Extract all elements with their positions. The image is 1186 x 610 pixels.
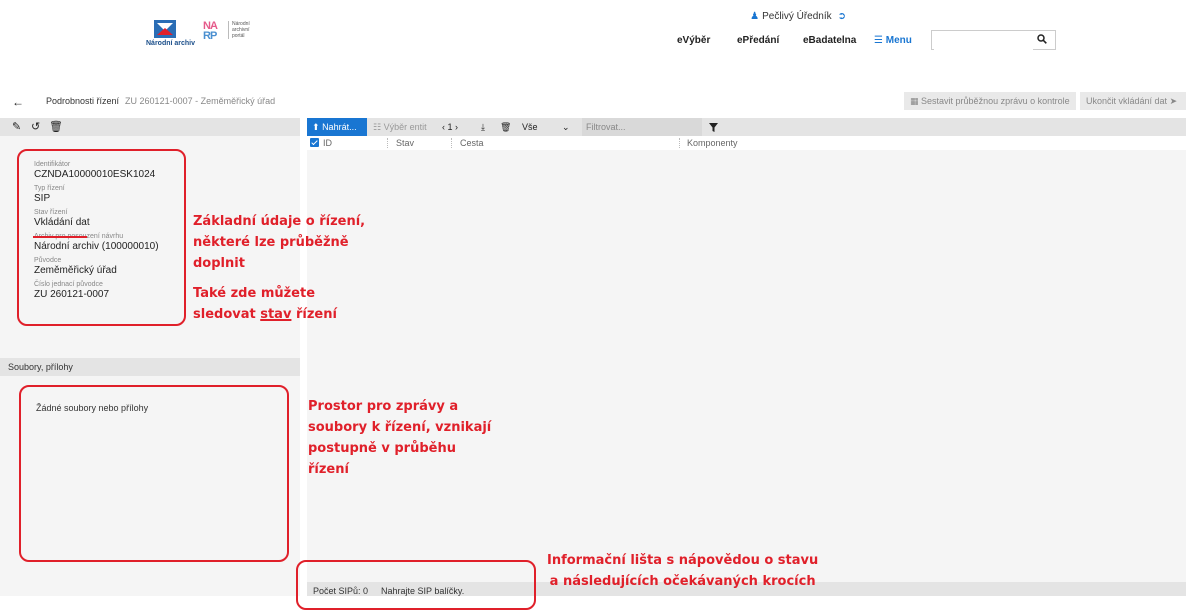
back-arrow-icon[interactable]: ← [12, 95, 24, 109]
finish-data-entry-label: Ukončit vkládání dat [1086, 96, 1168, 106]
sitemap-icon: ☷ [373, 122, 382, 132]
column-header-state[interactable]: Stav [396, 136, 414, 150]
select-all-checkbox[interactable] [310, 138, 319, 147]
annotation-status-bar-text: Informační lišta s nápovědou o stavu a n… [547, 553, 819, 589]
column-header-path[interactable]: Cesta [460, 136, 484, 150]
build-report-button[interactable]: ▦ Sestavit průběžnou zprávu o kontrole [904, 92, 1076, 110]
upload-icon: ⬆ [312, 122, 320, 132]
edit-pencil-icon[interactable]: ✎ [12, 120, 21, 133]
files-section-header: Soubory, přílohy [0, 358, 300, 376]
history-icon[interactable]: ↺ [31, 120, 40, 133]
narp-logo-letters: NA RP [203, 20, 218, 42]
narodni-archiv-logo[interactable]: Národní archiv [146, 20, 200, 48]
upload-button[interactable]: ⬆ Nahrát... [307, 118, 367, 136]
column-header-components[interactable]: Komponenty [687, 136, 738, 150]
column-header-id[interactable]: ID [323, 136, 332, 150]
scope-select[interactable]: Vše ⌄ [522, 118, 570, 136]
nav-epredani[interactable]: ePředání [737, 35, 779, 46]
breadcrumb-subtitle: ZU 260121-0007 - Zeměměřický úřad [125, 96, 276, 106]
annotation-state-text: Také zde můžete sledovat stav řízení [193, 286, 337, 322]
detail-toolbar: ✎ ↺ 🗑 [0, 118, 300, 136]
document-icon: ▦ [910, 96, 919, 106]
logout-icon[interactable]: ➲ [838, 11, 846, 22]
annotation-files-text: Prostor pro zprávy a soubory k řízení, v… [308, 399, 492, 477]
user-name: Pečlivý Úředník [762, 11, 832, 22]
annotation-details-text: Základní údaje o řízení, některé lze prů… [193, 214, 366, 271]
user-menu[interactable]: ♟ Pečlivý Úředník ➲ [750, 11, 846, 22]
breadcrumb: Podrobnosti řízení ZU 260121-0007 - Zeměm… [46, 96, 275, 106]
select-entities-button[interactable]: ☷ Výběr entit [373, 118, 427, 136]
sip-toolbar [307, 118, 1186, 136]
download-icon[interactable]: ⤓ [481, 118, 485, 136]
narodni-archiv-logo-mark [154, 20, 176, 38]
arrow-right-circle-icon: ➤ [1169, 96, 1178, 106]
panel-divider[interactable] [300, 118, 307, 596]
search-icon[interactable] [1037, 34, 1047, 44]
annotation-box-status-bar [296, 560, 536, 610]
select-entities-label: Výběr entit [383, 122, 427, 132]
column-separator [451, 138, 452, 148]
narodni-archiv-logo-text: Národní archiv [146, 40, 196, 47]
breadcrumb-title: Podrobnosti řízení [46, 96, 120, 106]
finish-data-entry-button[interactable]: Ukončit vkládání dat ➤ [1080, 92, 1186, 110]
build-report-label: Sestavit průběžnou zprávu o kontrole [921, 96, 1070, 106]
annotation-underline-state [33, 236, 87, 238]
pager[interactable]: ‹ 1 › [442, 118, 458, 136]
column-separator [679, 138, 680, 148]
nav-menu[interactable]: ☰ Menu [874, 35, 912, 46]
chevron-down-icon: ⌄ [562, 122, 570, 132]
filter-input[interactable]: Filtrovat... [582, 118, 702, 136]
scope-select-value: Vše [522, 122, 538, 132]
search-input[interactable] [934, 32, 1033, 50]
upload-label: Nahrát... [322, 122, 357, 132]
annotation-box-files [19, 385, 289, 562]
delete-icon[interactable]: 🗑 [500, 118, 511, 136]
nav-evyber[interactable]: eVýběr [677, 35, 710, 46]
trash-icon[interactable]: 🗑 [49, 120, 63, 133]
column-separator [387, 138, 388, 148]
narp-logo-caption: Národní archivní portál [228, 21, 250, 39]
filter-icon[interactable] [709, 118, 718, 136]
user-icon: ♟ [750, 11, 760, 22]
search-field[interactable] [931, 30, 1056, 50]
sip-table-body [307, 150, 1186, 582]
nav-ebadatelna[interactable]: eBadatelna [803, 35, 856, 46]
